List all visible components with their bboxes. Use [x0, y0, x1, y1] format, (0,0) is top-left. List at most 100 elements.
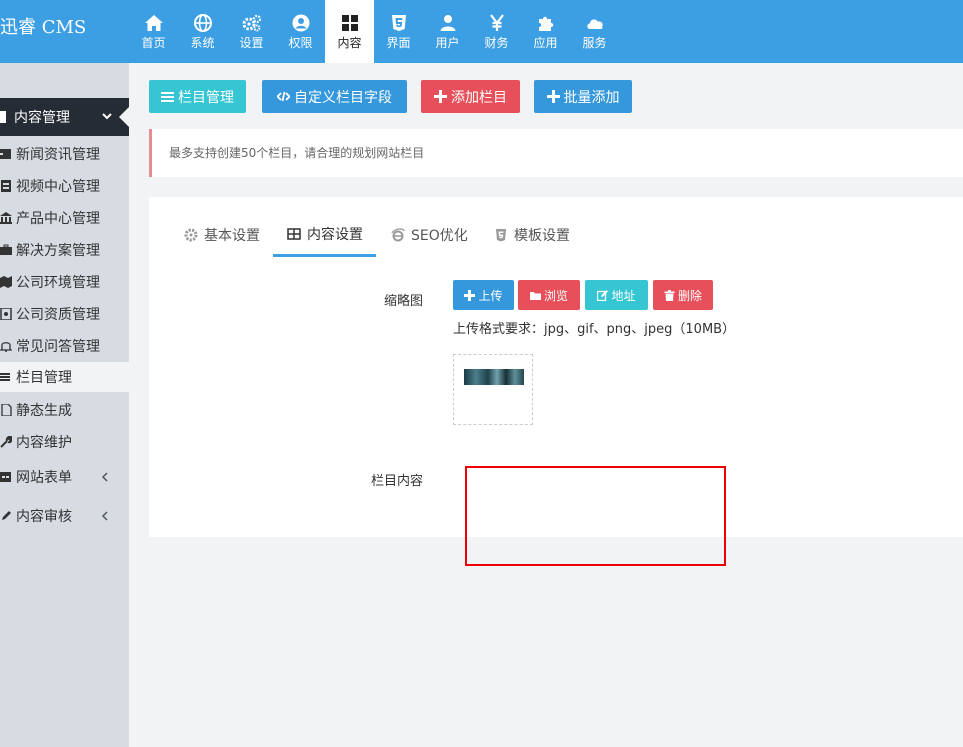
- chevron-down-icon: [102, 113, 112, 120]
- button-label: 地址: [611, 288, 636, 303]
- nav-label: 服务: [582, 35, 607, 50]
- chevron-left-icon: [101, 511, 108, 521]
- sidebar-item-column-manage[interactable]: 栏目管理: [0, 362, 129, 392]
- address-button[interactable]: 地址: [585, 280, 648, 310]
- sidebar-item-video[interactable]: 视频中心管理: [0, 171, 129, 201]
- briefcase-icon: [0, 244, 12, 255]
- sidebar-item-label: 公司环境管理: [16, 275, 100, 291]
- grid-icon: [341, 14, 358, 31]
- nav-item-content[interactable]: 内容: [325, 0, 374, 63]
- nav-item-users[interactable]: 用户: [423, 0, 472, 63]
- nav-item-settings[interactable]: 设置: [227, 0, 276, 63]
- nav-item-finance[interactable]: 财务: [472, 0, 521, 63]
- globe-icon: [193, 13, 212, 32]
- nav-label: 界面: [386, 35, 411, 50]
- user-icon: [440, 14, 455, 31]
- sidebar-header-content[interactable]: 内容管理: [0, 98, 129, 136]
- newspaper-icon: [0, 149, 11, 159]
- content-editor-area[interactable]: [465, 466, 726, 566]
- tab-template-settings[interactable]: 模板设置: [494, 213, 570, 257]
- upload-button[interactable]: 上传: [453, 280, 514, 310]
- sidebar-item-solutions[interactable]: 解决方案管理: [0, 235, 129, 265]
- sidebar-item-maintenance[interactable]: 内容维护: [0, 427, 129, 457]
- top-bar: 迅睿 CMS 首页 系统 设置 权限 内容 界面 用户 财务 应用 服务: [0, 0, 963, 63]
- nav-item-system[interactable]: 系统: [178, 0, 227, 63]
- button-label: 浏览: [543, 288, 568, 303]
- delete-button[interactable]: 删除: [653, 280, 713, 310]
- tab-content-settings[interactable]: 内容设置: [273, 213, 376, 257]
- button-label: 删除: [677, 288, 702, 303]
- nav-label: 应用: [533, 35, 558, 50]
- nav-item-interface[interactable]: 界面: [374, 0, 423, 63]
- button-label: 栏目管理: [178, 89, 234, 106]
- plus-icon: [546, 90, 560, 103]
- bank-icon: [0, 212, 12, 224]
- custom-fields-button[interactable]: 自定义栏目字段: [262, 80, 407, 113]
- column-manage-button[interactable]: 栏目管理: [149, 80, 246, 113]
- nav-label: 内容: [337, 35, 362, 50]
- sidebar-item-label: 内容维护: [16, 435, 72, 451]
- user-circle-icon: [292, 14, 309, 31]
- cloud-icon: [586, 18, 603, 29]
- info-tip: 最多支持创建50个栏目，请合理的规划网站栏目: [149, 129, 963, 177]
- tab-label: 基本设置: [204, 228, 260, 244]
- cog-icon: [184, 228, 198, 242]
- edit-icon: [597, 289, 609, 301]
- button-label: 上传: [478, 288, 503, 303]
- sidebar-item-products[interactable]: 产品中心管理: [0, 203, 129, 233]
- html5-icon: [391, 14, 406, 31]
- tab-label: 内容设置: [307, 226, 363, 243]
- sidebar-item-forms[interactable]: 网站表单: [0, 462, 129, 492]
- sidebar-header-label: 内容管理: [14, 110, 70, 126]
- sidebar-item-static[interactable]: 静态生成: [0, 395, 129, 425]
- content-label: 栏目内容: [370, 474, 423, 489]
- thumbnail-image: [464, 369, 524, 385]
- sidebar-item-review[interactable]: 内容审核: [0, 501, 129, 531]
- sidebar-item-label: 栏目管理: [16, 370, 72, 386]
- nav-label: 用户: [435, 35, 460, 50]
- tab-basic-settings[interactable]: 基本设置: [184, 213, 260, 257]
- video-icon: [1, 180, 11, 192]
- folder-icon: [529, 291, 541, 300]
- tab-seo[interactable]: SEO优化: [391, 213, 468, 257]
- nav-label: 财务: [484, 35, 509, 50]
- list-icon: [0, 373, 10, 381]
- sidebar-item-news[interactable]: 新闻资讯管理: [0, 139, 129, 169]
- chevron-left-icon: [101, 472, 108, 482]
- nav-item-apps[interactable]: 应用: [521, 0, 570, 63]
- code-icon: [277, 91, 290, 102]
- trash-icon: [664, 289, 675, 301]
- nav-item-services[interactable]: 服务: [570, 0, 619, 63]
- nav-label: 首页: [141, 35, 166, 50]
- html5-icon: [496, 229, 506, 242]
- add-column-button[interactable]: 添加栏目: [421, 80, 520, 113]
- puzzle-icon: [538, 16, 553, 31]
- nav-item-home[interactable]: 首页: [129, 0, 178, 63]
- sidebar-item-qualification[interactable]: 公司资质管理: [0, 299, 129, 329]
- table-icon: [0, 472, 11, 482]
- home-icon: [144, 14, 163, 31]
- edit-icon: [2, 511, 11, 520]
- top-nav: 首页 系统 设置 权限 内容 界面 用户 财务 应用 服务: [129, 0, 619, 63]
- active-notch: [119, 107, 129, 127]
- ie-icon: [391, 228, 405, 242]
- sidebar-item-label: 产品中心管理: [16, 211, 100, 227]
- batch-add-button[interactable]: 批量添加: [534, 80, 632, 113]
- button-label: 自定义栏目字段: [294, 89, 392, 106]
- upload-format-note: 上传格式要求：jpg、gif、png、jpeg（10MB）: [453, 322, 736, 337]
- nav-item-permissions[interactable]: 权限: [276, 0, 325, 63]
- sidebar-item-faq[interactable]: 常见问答管理: [0, 331, 129, 361]
- sidebar-item-label: 静态生成: [16, 403, 72, 419]
- sidebar-item-label: 新闻资讯管理: [16, 147, 100, 163]
- browse-button[interactable]: 浏览: [518, 280, 580, 310]
- list-icon: [161, 92, 174, 102]
- thumb-label: 缩略图: [383, 294, 423, 309]
- sidebar-item-label: 内容审核: [16, 509, 72, 525]
- bell-icon: [0, 342, 12, 352]
- nav-label: 设置: [239, 35, 264, 50]
- thumbnail-preview[interactable]: [453, 354, 533, 425]
- sidebar-item-environment[interactable]: 公司环境管理: [0, 267, 129, 297]
- map-icon: [0, 276, 12, 288]
- nav-label: 系统: [190, 35, 215, 50]
- sidebar-item-label: 网站表单: [16, 470, 72, 486]
